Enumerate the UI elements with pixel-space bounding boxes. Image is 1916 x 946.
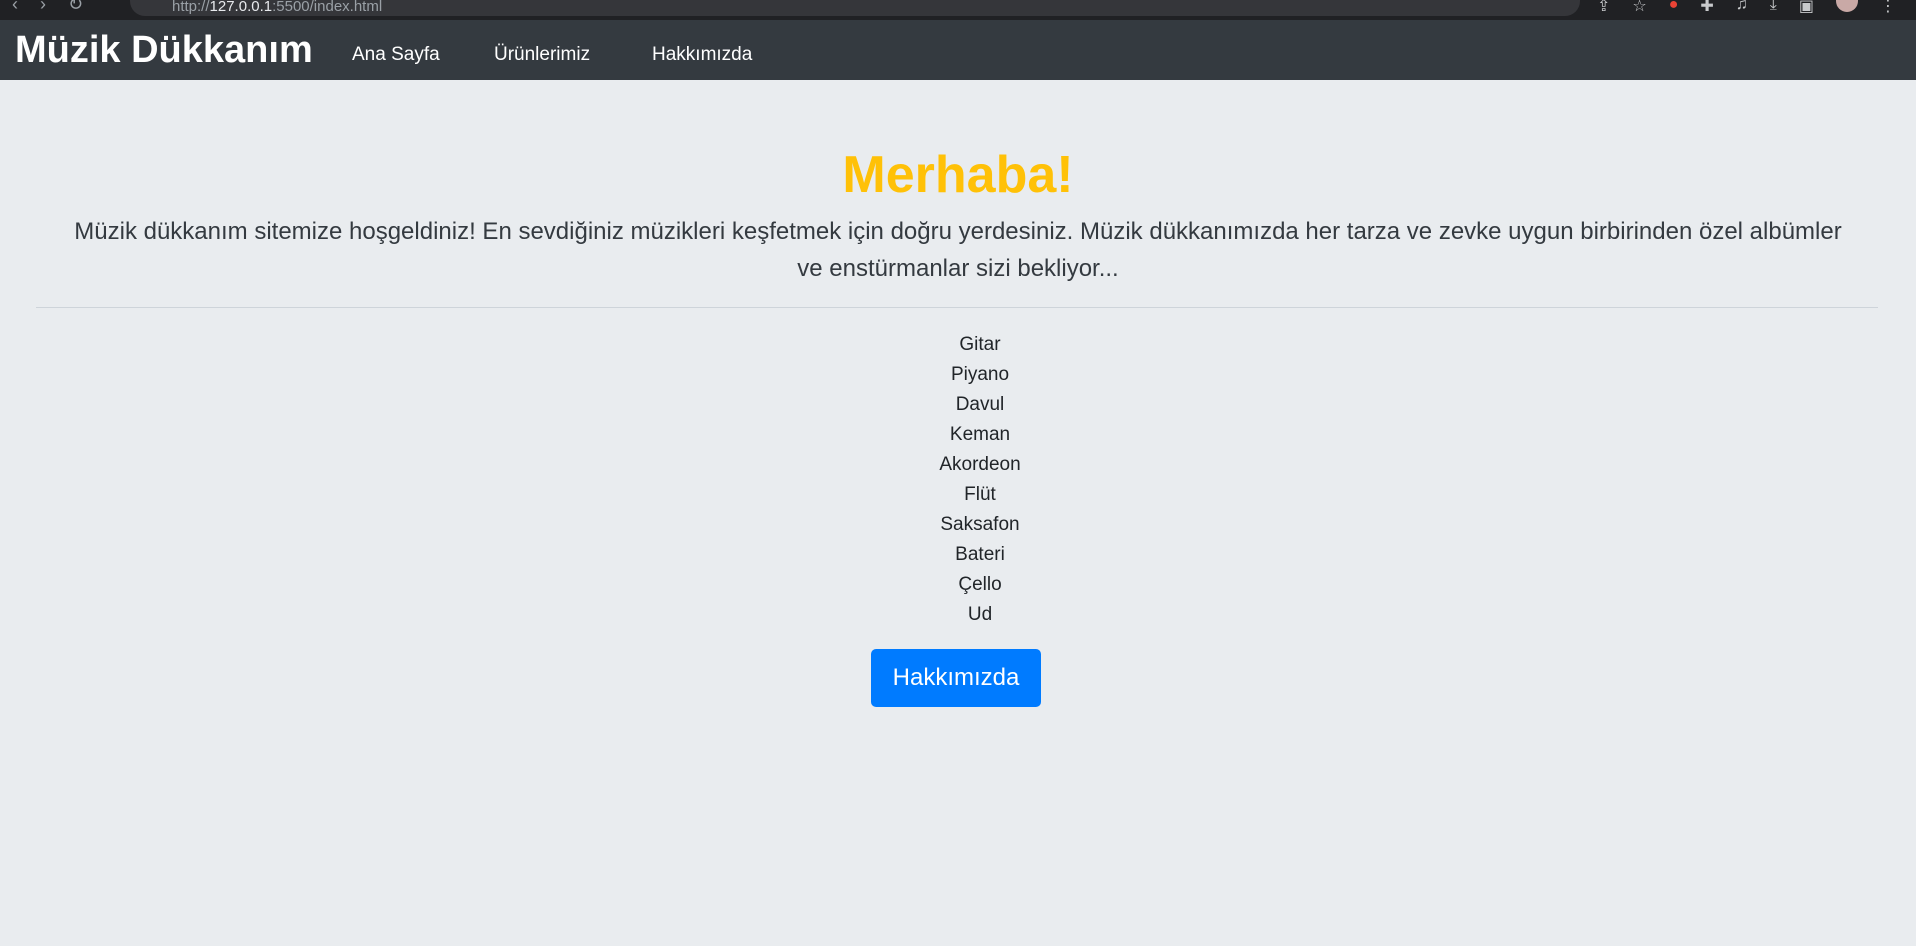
hero-title: Merhaba! <box>842 146 1074 204</box>
navbar-brand[interactable]: Müzik Dükkanım <box>15 30 313 70</box>
reload-icon[interactable]: ↻ <box>68 0 105 14</box>
url-path: :5500/index.html <box>272 0 383 15</box>
list-item: Davul <box>955 394 1005 415</box>
browser-toolbar: ‹›↻ http://127.0.0.1:5500/index.html ⇪ ☆… <box>0 0 1916 20</box>
forward-icon[interactable]: › <box>40 0 68 14</box>
list-item: Çello <box>958 574 1002 595</box>
hero-lead: Müzik dükkanım sitemize hoşgeldiniz! En … <box>74 218 1842 282</box>
puzzle-icon[interactable]: ✚ <box>1700 0 1713 16</box>
browser-extension-icons: ⇪ ☆ ● ✚ ♫ ⤓ ▣ ⋮ <box>1597 0 1896 16</box>
url-scheme: http:// <box>172 0 210 15</box>
divider <box>36 307 1878 308</box>
list-item: Saksafon <box>940 514 1020 535</box>
url-host: 127.0.0.1 <box>209 0 273 15</box>
download-icon[interactable]: ⤓ <box>1770 0 1777 16</box>
menu-icon[interactable]: ⋮ <box>1880 0 1896 16</box>
list-item: Piyano <box>950 364 1010 385</box>
back-icon[interactable]: ‹ <box>12 0 40 14</box>
nav-link-ana-sayfa[interactable]: Ana Sayfa <box>352 45 440 65</box>
star-icon[interactable]: ☆ <box>1632 0 1646 16</box>
address-bar[interactable]: http://127.0.0.1:5500/index.html <box>130 0 1580 16</box>
media-icon[interactable]: ♫ <box>1736 0 1748 16</box>
profile-icon[interactable] <box>1836 0 1858 12</box>
list-item: Gitar <box>959 334 1001 355</box>
address-bar-url[interactable]: http://127.0.0.1:5500/index.html <box>172 0 382 15</box>
extension-icon[interactable]: ● <box>1669 0 1679 16</box>
list-item: Flüt <box>964 484 996 505</box>
list-item: Bateri <box>955 544 1005 565</box>
list-item: Akordeon <box>939 454 1021 475</box>
instrument-list: Gitar Piyano Davul Keman Akordeon Flüt S… <box>880 330 1080 630</box>
browser-nav-buttons: ‹›↻ <box>12 0 105 15</box>
list-item: Keman <box>949 424 1011 445</box>
nav-link-urunlerimiz[interactable]: Ürünlerimiz <box>494 45 590 65</box>
sidepanel-icon[interactable]: ▣ <box>1799 0 1814 16</box>
share-icon[interactable]: ⇪ <box>1597 0 1610 16</box>
nav-link-hakkimizda[interactable]: Hakkımızda <box>652 45 752 65</box>
list-item: Ud <box>967 604 993 625</box>
about-button[interactable]: Hakkımızda <box>871 649 1041 707</box>
navbar: Müzik Dükkanım Ana Sayfa Ürünlerimiz Hak… <box>0 20 1916 80</box>
